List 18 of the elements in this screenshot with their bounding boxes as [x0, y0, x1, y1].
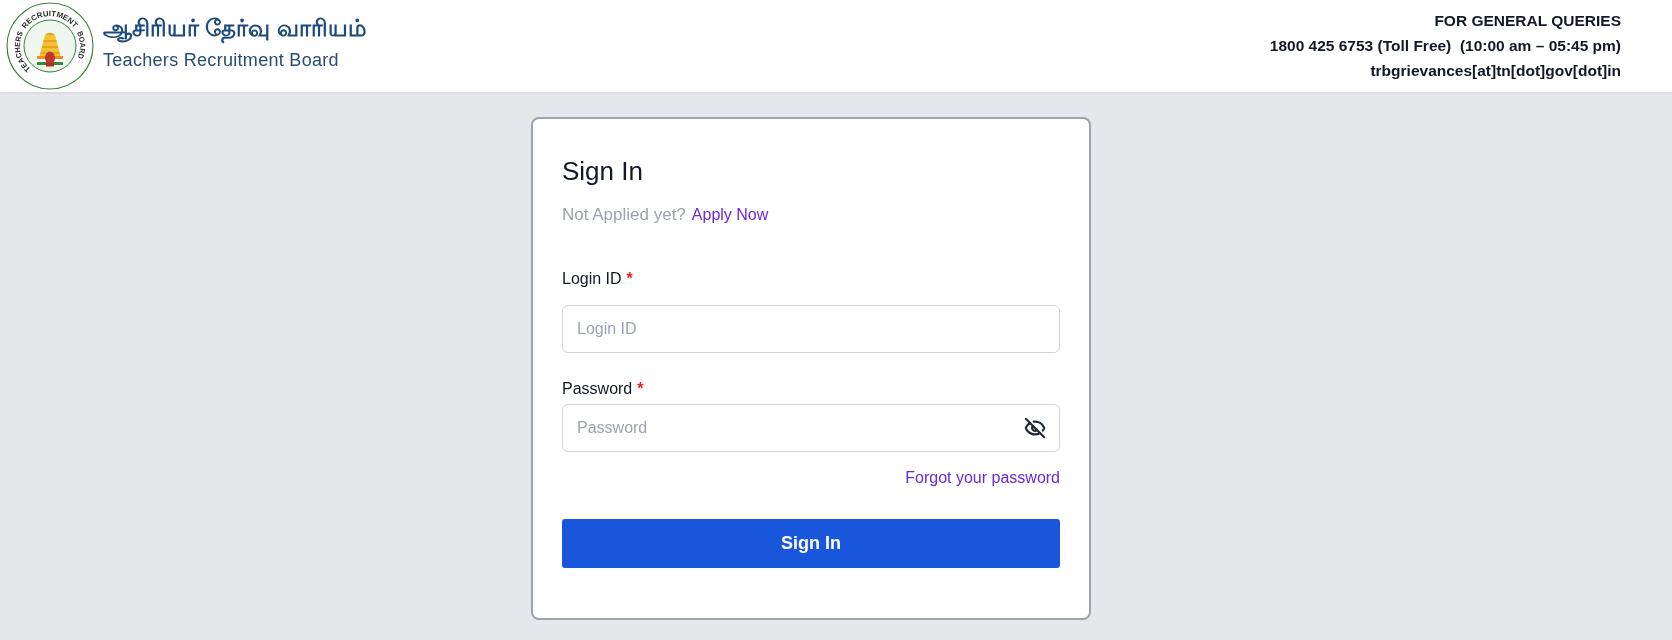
field-label: Login ID — [562, 269, 622, 289]
forgot-password-link[interactable]: Forgot your password — [905, 466, 1060, 490]
eye-slash-icon[interactable] — [1024, 417, 1046, 439]
site-title-tamil: ஆசிரியர் தேர்வு வாரியம் — [103, 13, 367, 43]
field-label: Password — [562, 379, 633, 399]
sign-in-button[interactable]: Sign In — [562, 519, 1060, 568]
apply-now-link[interactable]: Apply Now — [691, 203, 769, 227]
required-mark: * — [626, 269, 633, 289]
contact-info-text: FOR GENERAL QUERIES — [1434, 11, 1621, 31]
prompt-text: Not Applied yet? — [562, 204, 686, 226]
card-title: Sign In — [562, 155, 644, 187]
password-field[interactable]: Password — [562, 404, 1060, 452]
login-id-field[interactable]: Login ID — [562, 305, 1060, 353]
contact-info-text: trbgrievances[at]tn[dot]gov[dot]in — [1370, 61, 1621, 81]
required-mark: * — [637, 379, 644, 399]
contact-info-text: 1800 425 6753 (Toll Free) (10:00 am – 05:45 pm) — [1269, 36, 1621, 56]
site-title-english: Teachers Recruitment Board — [103, 49, 340, 72]
temple-tower-drawing — [37, 32, 63, 67]
